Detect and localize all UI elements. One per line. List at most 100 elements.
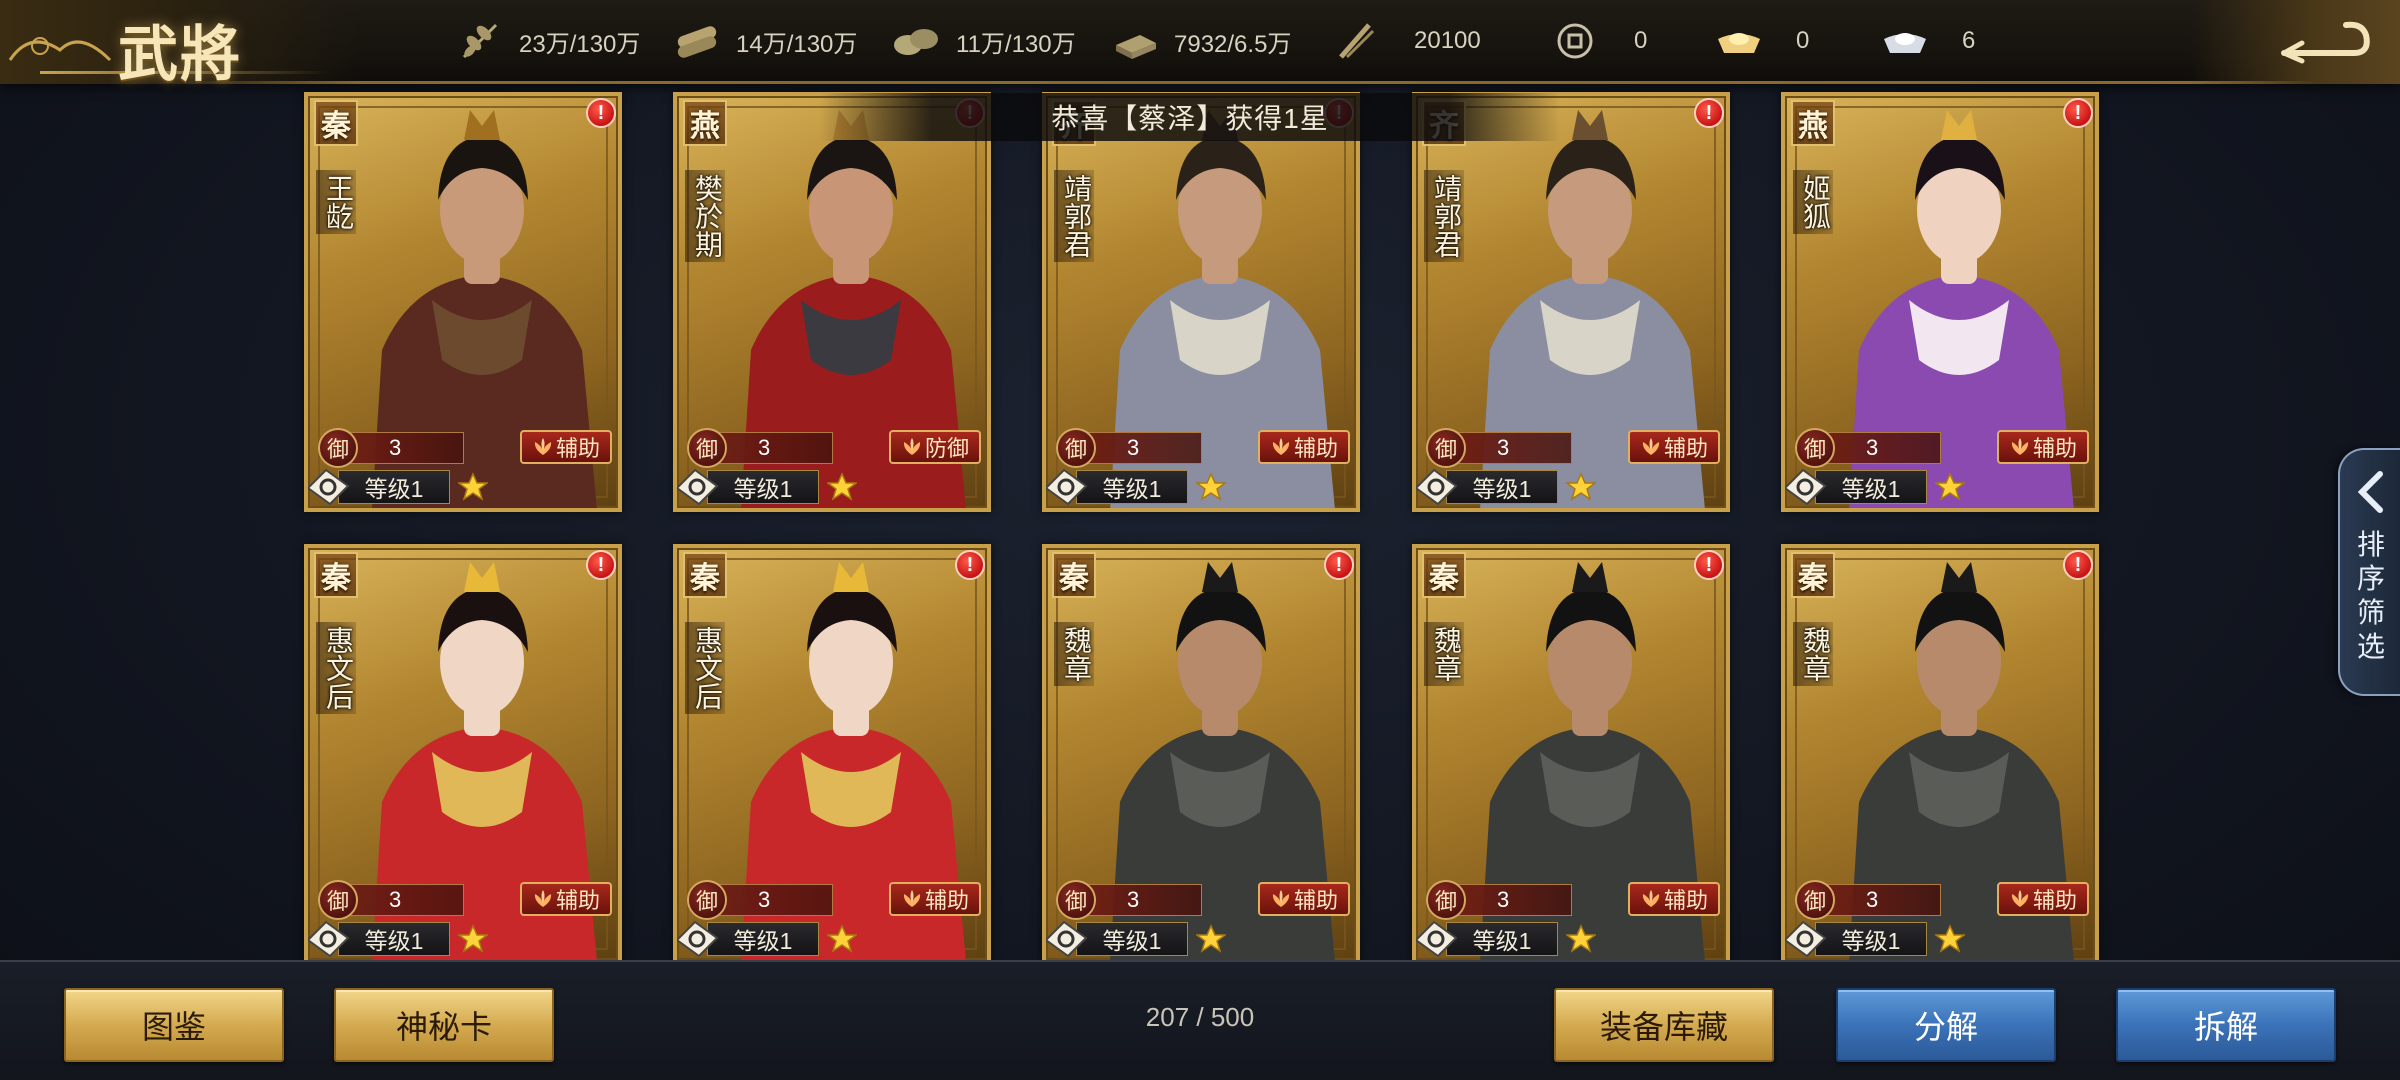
general-card-2[interactable]: 燕 樊於期 ! 3 御 防御 等级1 (673, 92, 991, 512)
lotus-icon (903, 438, 921, 455)
level-label: 等级1 (338, 922, 450, 956)
general-card-4[interactable]: 齐 靖郭君 ! 3 御 辅助 等级1 (1412, 92, 1730, 512)
defense-value: 3 (1086, 432, 1202, 464)
bottom-bar: 图鉴 神秘卡 207 / 500 装备库藏 分解 拆解 (0, 960, 2400, 1080)
lotus-icon (1642, 890, 1660, 907)
cloud-ornament-icon (8, 37, 112, 62)
star-icon (1935, 472, 1965, 501)
lotus-icon (2011, 890, 2029, 907)
resource-copper[interactable]: 0 (1550, 18, 1647, 64)
top-bar: 武將 23万/130万 14万/130万 11万/130万 7932/6.5万 … (0, 0, 2400, 90)
gold-ingot-icon (1714, 21, 1764, 61)
faction-badge: 秦 (1422, 552, 1466, 598)
general-card-5[interactable]: 燕 姬狐 ! 3 御 辅助 等级1 (1781, 92, 2099, 512)
stone-icon (892, 21, 942, 61)
general-card-10[interactable]: 秦 魏章 ! 3 御 辅助 等级1 (1781, 544, 2099, 964)
dismantle-button[interactable]: 拆解 (2116, 988, 2336, 1062)
defense-stat-icon: 御 (1056, 880, 1096, 920)
stat-row: 3 御 辅助 (318, 880, 612, 920)
level-label: 等级1 (1446, 922, 1558, 956)
level-row: 等级1 (1046, 918, 1344, 960)
role-tag: 辅助 (1628, 430, 1720, 464)
star-icon (458, 472, 488, 501)
general-name: 惠文后 (685, 622, 725, 714)
equipment-storage-button[interactable]: 装备库藏 (1554, 988, 1774, 1062)
roster-capacity: 207 / 500 (1145, 1002, 1255, 1032)
decompose-button[interactable]: 分解 (1836, 988, 2056, 1062)
resource-silver[interactable]: 6 (1880, 18, 1975, 64)
stat-row: 3 御 辅助 (1056, 428, 1350, 468)
defense-stat-icon: 御 (318, 428, 358, 468)
role-tag: 辅助 (1997, 430, 2089, 464)
stat-row: 3 御 辅助 (1795, 428, 2089, 468)
defense-value: 3 (348, 884, 464, 916)
troops-value: 20100 (1414, 27, 1481, 54)
resource-wood[interactable]: 14万/130万 (672, 18, 857, 64)
defense-stat-icon: 御 (1426, 880, 1466, 920)
general-name: 姬狐 (1793, 170, 1833, 234)
general-card-6[interactable]: 秦 惠文后 ! 3 御 辅助 等级1 (304, 544, 622, 964)
alert-badge: ! (955, 550, 985, 580)
iron-icon (1110, 21, 1160, 61)
defense-value: 3 (1086, 884, 1202, 916)
reward-toast: 恭喜【蔡泽】获得1星 (820, 93, 1560, 141)
star-icon (1196, 472, 1226, 501)
equipment-slot-icon (1785, 468, 1827, 506)
level-row: 等级1 (308, 466, 606, 508)
back-button[interactable] (2190, 0, 2400, 84)
role-tag: 辅助 (889, 882, 981, 916)
equipment-slot-icon (677, 920, 719, 958)
general-card-8[interactable]: 秦 魏章 ! 3 御 辅助 等级1 (1042, 544, 1360, 964)
stat-row: 3 御 辅助 (318, 428, 612, 468)
role-label: 防御 (924, 436, 969, 461)
resource-iron[interactable]: 7932/6.5万 (1110, 18, 1291, 64)
role-tag: 辅助 (1997, 882, 2089, 916)
mystery-card-button[interactable]: 神秘卡 (334, 988, 554, 1062)
defense-value: 3 (717, 432, 833, 464)
level-label: 等级1 (707, 922, 819, 956)
alert-badge: ! (1694, 98, 1724, 128)
general-card-1[interactable]: 秦 王龁 ! 3 御 辅助 等级1 (304, 92, 622, 512)
resource-stone[interactable]: 11万/130万 (892, 18, 1076, 64)
codex-button[interactable]: 图鉴 (64, 988, 284, 1062)
stat-row: 3 御 辅助 (1426, 880, 1720, 920)
level-row: 等级1 (677, 466, 975, 508)
lotus-icon (534, 890, 552, 907)
equipment-slot-icon (1416, 920, 1458, 958)
general-card-7[interactable]: 秦 惠文后 ! 3 御 辅助 等级1 (673, 544, 991, 964)
resource-gold[interactable]: 0 (1714, 18, 1809, 64)
level-label: 等级1 (1076, 470, 1188, 504)
faction-badge: 秦 (1052, 552, 1096, 598)
star-icon (1566, 472, 1596, 501)
role-tag: 辅助 (520, 430, 612, 464)
stone-value: 11万/130万 (956, 30, 1076, 58)
role-label: 辅助 (555, 888, 600, 913)
general-name: 惠文后 (316, 622, 356, 714)
equipment-slot-icon (1416, 468, 1458, 506)
faction-badge: 秦 (314, 100, 358, 146)
resource-troops[interactable]: 20100 (1330, 18, 1481, 64)
defense-stat-icon: 御 (687, 428, 727, 468)
star-icon (458, 924, 488, 953)
level-label: 等级1 (707, 470, 819, 504)
alert-badge: ! (2063, 550, 2093, 580)
defense-value: 3 (1456, 432, 1572, 464)
star-icon (1935, 924, 1965, 953)
defense-value: 3 (717, 884, 833, 916)
lotus-icon (1642, 438, 1660, 455)
alert-badge: ! (586, 98, 616, 128)
level-row: 等级1 (1046, 466, 1344, 508)
faction-badge: 秦 (1791, 552, 1835, 598)
general-name: 魏章 (1793, 622, 1833, 686)
general-card-3[interactable]: 齐 靖郭君 ! 3 御 辅助 等级1 (1042, 92, 1360, 512)
level-row: 等级1 (677, 918, 975, 960)
resource-grain[interactable]: 23万/130万 (455, 18, 640, 64)
sort-filter-tab[interactable]: 排序筛选 (2338, 448, 2400, 696)
general-card-9[interactable]: 秦 魏章 ! 3 御 辅助 等级1 (1412, 544, 1730, 964)
back-arrow-icon (2281, 21, 2370, 64)
alert-badge: ! (2063, 98, 2093, 128)
silver-value: 6 (1962, 27, 1976, 54)
equipment-slot-icon (1046, 920, 1088, 958)
lotus-icon (534, 438, 552, 455)
defense-stat-icon: 御 (1795, 880, 1835, 920)
